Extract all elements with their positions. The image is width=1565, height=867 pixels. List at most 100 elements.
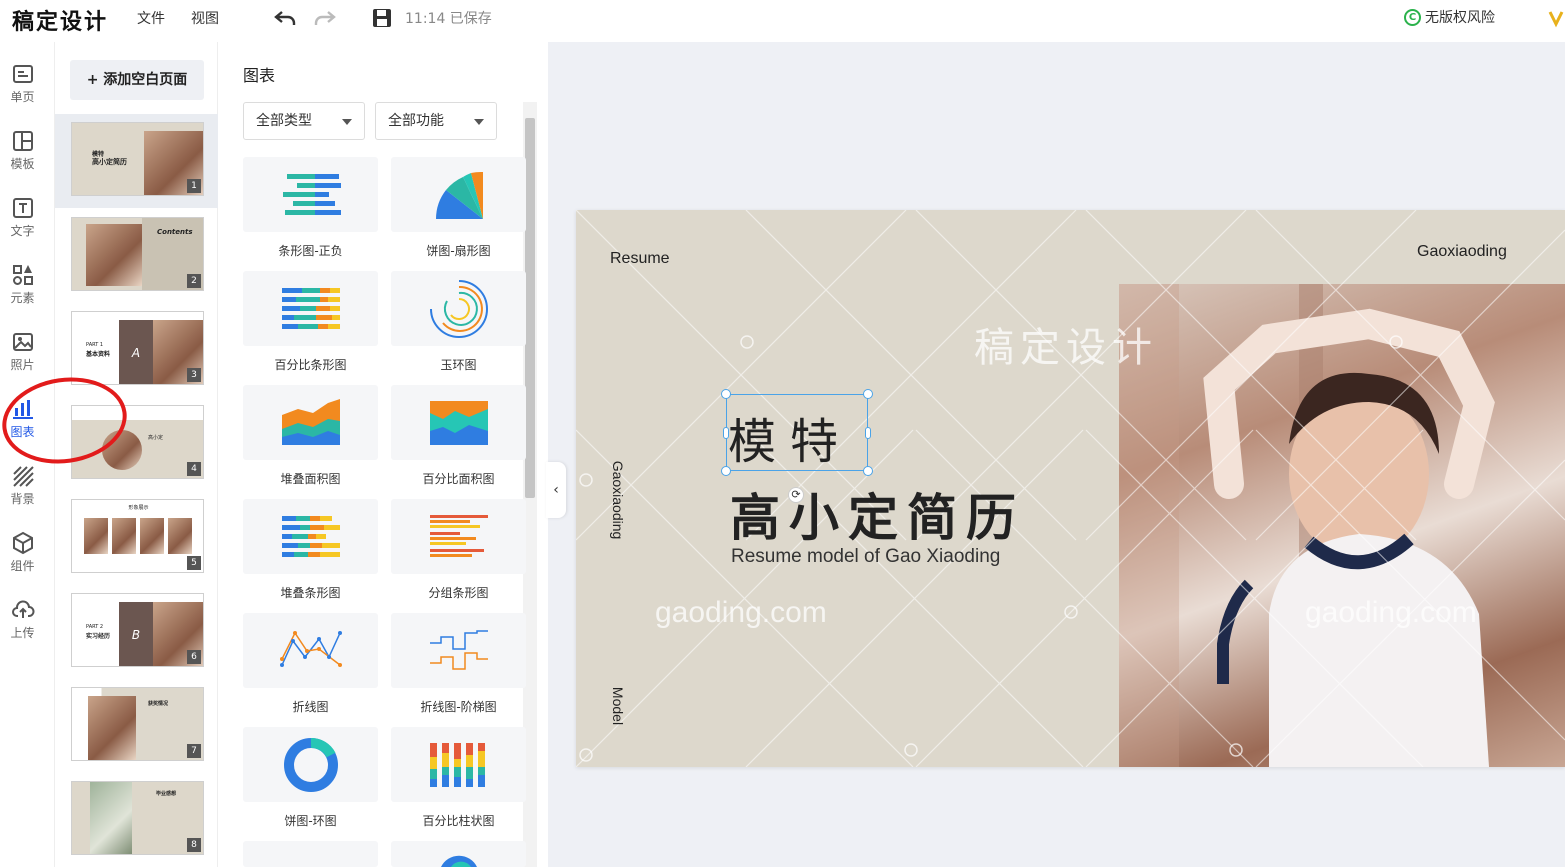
chart-card-label: 堆叠面积图 xyxy=(280,472,341,486)
resize-handle[interactable] xyxy=(863,466,873,476)
resize-handle[interactable] xyxy=(721,389,731,399)
nav-upload[interactable]: 上传 xyxy=(0,598,45,641)
chart-card-jade-ring[interactable]: 玉环图 xyxy=(391,271,526,385)
percent-area-chart-icon xyxy=(430,401,488,445)
thumb-subtitle: 实习经历 xyxy=(86,633,111,640)
gaoxiaoding-top-label[interactable]: Gaoxiaoding xyxy=(1417,243,1507,261)
vip-icon[interactable] xyxy=(1548,6,1565,30)
chart-preview xyxy=(243,727,378,802)
save-status: 11:14 已保存 xyxy=(405,11,492,27)
chevron-left-icon: ‹ xyxy=(553,482,559,498)
single-page-icon xyxy=(12,65,33,83)
stacked-bar-chart-icon xyxy=(282,516,340,557)
nav-label: 模板 xyxy=(10,157,35,171)
save-icon[interactable] xyxy=(370,6,394,30)
percent-column-chart-icon xyxy=(430,743,485,787)
nav-elements[interactable]: 元素 xyxy=(0,263,45,306)
upload-icon xyxy=(11,600,34,618)
add-blank-page-button[interactable]: + 添加空白页面 xyxy=(70,60,204,100)
page-thumb-8[interactable]: 毕业感想 8 xyxy=(55,773,218,867)
nav-background[interactable]: 背景 xyxy=(0,464,45,507)
chart-card-percent-area[interactable]: 百分比面积图 xyxy=(391,385,526,499)
chart-card-label: 分组条形图 xyxy=(428,586,489,600)
page-thumb-image: 毕业感想 8 xyxy=(71,781,204,855)
chart-preview xyxy=(391,613,526,688)
page-number: 1 xyxy=(187,179,201,193)
pie-sector-chart-icon xyxy=(436,171,483,219)
chart-card-stacked-bar[interactable]: 堆叠条形图 xyxy=(243,499,378,613)
chart-card-partial[interactable] xyxy=(391,841,526,867)
nav-label: 元素 xyxy=(10,291,35,305)
thumb-photo xyxy=(84,518,108,554)
slide-title-selected[interactable]: 模特 xyxy=(728,402,852,472)
nav-label: 组件 xyxy=(10,559,35,573)
chart-preview xyxy=(243,499,378,574)
chevron-down-icon xyxy=(342,119,352,125)
photo-icon xyxy=(12,333,33,351)
watermark-pattern xyxy=(576,210,1565,767)
copyright-risk-badge[interactable]: C 无版权风险 xyxy=(1404,7,1495,27)
undo-icon[interactable] xyxy=(273,6,297,30)
slide-title-main[interactable]: 高小定简历 xyxy=(730,478,1025,550)
chart-card-line[interactable]: 折线图 xyxy=(243,613,378,727)
component-icon xyxy=(12,531,33,555)
chart-card-pie-sector[interactable]: 饼图-扇形图 xyxy=(391,157,526,271)
page-thumb-5[interactable]: 形象展示 5 xyxy=(55,491,218,585)
function-filter-select[interactable]: 全部功能 xyxy=(375,102,497,140)
nav-text[interactable]: 文字 xyxy=(0,196,45,239)
chart-card-bar-posneg[interactable]: 条形图-正负 xyxy=(243,157,378,271)
resize-handle[interactable] xyxy=(865,427,871,439)
chart-card-label: 百分比条形图 xyxy=(274,358,347,372)
chart-card-label: 饼图-扇形图 xyxy=(426,244,491,258)
thumb-part: PART 1 xyxy=(86,342,104,348)
bar-posneg-chart-icon xyxy=(283,174,341,215)
text-icon xyxy=(12,198,33,218)
menu-view[interactable]: 视图 xyxy=(191,8,219,28)
type-filter-value: 全部类型 xyxy=(256,113,312,129)
resize-handle[interactable] xyxy=(863,389,873,399)
nav-single-page[interactable]: 单页 xyxy=(0,62,45,105)
page-thumb-6[interactable]: PART 2 实习经历 B 6 xyxy=(55,585,218,679)
model-side-label[interactable]: Model xyxy=(610,681,626,731)
chart-card-donut[interactable]: 饼图-环图 xyxy=(243,727,378,841)
chart-card-partial[interactable] xyxy=(243,841,378,867)
nav-photo[interactable]: 照片 xyxy=(0,330,45,373)
chart-card-step-line[interactable]: 折线图-阶梯图 xyxy=(391,613,526,727)
thumb-title: Contents xyxy=(157,228,193,236)
line-chart-icon xyxy=(280,631,342,667)
chart-card-percent-column[interactable]: 百分比柱状图 xyxy=(391,727,526,841)
chart-card-grouped-bar[interactable]: 分组条形图 xyxy=(391,499,526,613)
gaoxiaoding-side-label[interactable]: Gaoxiaoding xyxy=(610,450,626,550)
stacked-area-chart-icon xyxy=(282,399,340,445)
panel-scrollbar-thumb[interactable] xyxy=(525,118,535,498)
percent-bar-chart-icon xyxy=(282,288,340,329)
watermark-domain: gaoding.com xyxy=(1305,596,1477,629)
brand-logo[interactable]: 稿定设计 xyxy=(12,4,108,36)
slide-canvas[interactable]: Resume Gaoxiaoding Gaoxiaoding Model 模特 … xyxy=(576,210,1565,767)
chart-preview xyxy=(243,613,378,688)
nav-template[interactable]: 模板 xyxy=(0,129,45,172)
resume-label[interactable]: Resume xyxy=(610,250,670,268)
thumb-title: 获奖情况 xyxy=(148,701,169,707)
redo-icon[interactable] xyxy=(313,6,337,30)
chart-card-percent-bar[interactable]: 百分比条形图 xyxy=(243,271,378,385)
menu-file[interactable]: 文件 xyxy=(137,8,165,28)
chart-preview xyxy=(243,385,378,460)
page-number: 2 xyxy=(187,274,201,288)
slide-subtitle[interactable]: Resume model of Gao Xiaoding xyxy=(731,546,1000,568)
chart-card-stacked-area[interactable]: 堆叠面积图 xyxy=(243,385,378,499)
page-thumb-2[interactable]: Contents 2 xyxy=(55,209,218,303)
chart-preview xyxy=(391,271,526,346)
nav-component[interactable]: 组件 xyxy=(0,531,45,574)
jade-ring-chart-icon xyxy=(430,280,488,338)
collapse-panel-button[interactable]: ‹ xyxy=(546,462,566,518)
thumb-letter: B xyxy=(119,602,153,666)
elements-icon xyxy=(12,265,33,285)
page-thumb-7[interactable]: 获奖情况 7 xyxy=(55,679,218,773)
chart-preview xyxy=(391,727,526,802)
thumb-subtitle: 基本资料 xyxy=(86,351,111,358)
type-filter-select[interactable]: 全部类型 xyxy=(243,102,365,140)
page-number: 7 xyxy=(187,744,201,758)
page-thumb-image: Contents 2 xyxy=(71,217,204,291)
page-thumb-1[interactable]: 模特 高小定简历 1 xyxy=(55,114,218,208)
